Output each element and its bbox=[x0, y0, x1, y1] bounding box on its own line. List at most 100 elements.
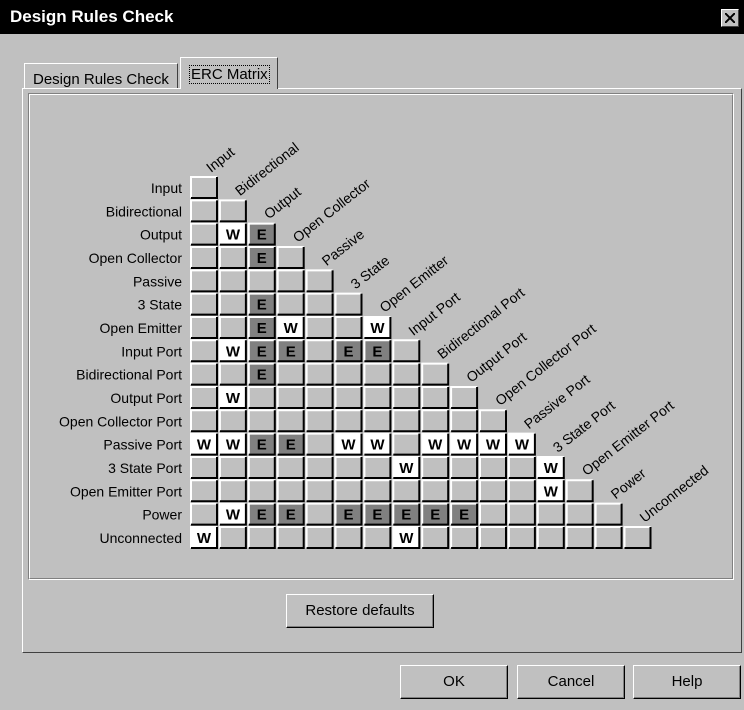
matrix-cell[interactable]: W bbox=[507, 432, 536, 456]
matrix-cell[interactable] bbox=[363, 362, 392, 386]
matrix-cell[interactable]: E bbox=[247, 502, 276, 526]
matrix-cell[interactable]: E bbox=[363, 502, 392, 526]
matrix-cell[interactable]: E bbox=[247, 292, 276, 316]
matrix-cell[interactable] bbox=[421, 385, 450, 409]
matrix-cell[interactable] bbox=[276, 292, 305, 316]
matrix-cell[interactable] bbox=[450, 455, 479, 479]
matrix-cell[interactable] bbox=[190, 315, 218, 339]
matrix-cell[interactable] bbox=[334, 525, 363, 549]
matrix-cell[interactable]: W bbox=[334, 432, 363, 456]
matrix-cell[interactable] bbox=[507, 502, 536, 526]
matrix-cell[interactable] bbox=[305, 269, 334, 293]
matrix-cell[interactable] bbox=[305, 385, 334, 409]
ok-button[interactable]: OK bbox=[400, 665, 508, 699]
matrix-cell[interactable] bbox=[190, 455, 218, 479]
cancel-button[interactable]: Cancel bbox=[517, 665, 625, 699]
matrix-cell[interactable] bbox=[218, 455, 247, 479]
matrix-cell[interactable]: W bbox=[218, 502, 247, 526]
matrix-cell[interactable]: W bbox=[218, 222, 247, 246]
matrix-cell[interactable] bbox=[247, 409, 276, 433]
matrix-cell[interactable] bbox=[276, 385, 305, 409]
matrix-cell[interactable]: W bbox=[363, 432, 392, 456]
matrix-cell[interactable]: E bbox=[247, 222, 276, 246]
matrix-cell[interactable] bbox=[218, 315, 247, 339]
matrix-cell[interactable]: W bbox=[276, 315, 305, 339]
matrix-cell[interactable] bbox=[190, 385, 218, 409]
matrix-cell[interactable] bbox=[594, 525, 623, 549]
restore-defaults-button[interactable]: Restore defaults bbox=[286, 594, 434, 628]
matrix-cell[interactable] bbox=[334, 479, 363, 503]
matrix-cell[interactable] bbox=[450, 409, 479, 433]
matrix-cell[interactable] bbox=[479, 479, 507, 503]
matrix-cell[interactable] bbox=[218, 199, 247, 223]
matrix-cell[interactable] bbox=[247, 385, 276, 409]
matrix-cell[interactable]: W bbox=[392, 525, 421, 549]
help-button[interactable]: Help bbox=[633, 665, 741, 699]
matrix-cell[interactable] bbox=[450, 525, 479, 549]
matrix-cell[interactable] bbox=[218, 292, 247, 316]
matrix-cell[interactable] bbox=[363, 409, 392, 433]
matrix-cell[interactable] bbox=[218, 525, 247, 549]
matrix-cell[interactable]: E bbox=[276, 502, 305, 526]
matrix-cell[interactable]: W bbox=[479, 432, 507, 456]
matrix-cell[interactable] bbox=[392, 479, 421, 503]
matrix-cell[interactable] bbox=[363, 479, 392, 503]
matrix-cell[interactable] bbox=[190, 199, 218, 223]
matrix-cell[interactable] bbox=[305, 315, 334, 339]
matrix-cell[interactable]: W bbox=[450, 432, 479, 456]
matrix-cell[interactable] bbox=[536, 525, 565, 549]
matrix-cell[interactable] bbox=[392, 385, 421, 409]
matrix-cell[interactable] bbox=[247, 525, 276, 549]
matrix-cell[interactable] bbox=[190, 409, 218, 433]
matrix-cell[interactable] bbox=[276, 479, 305, 503]
matrix-cell[interactable]: E bbox=[276, 432, 305, 456]
matrix-cell[interactable] bbox=[305, 455, 334, 479]
matrix-cell[interactable]: E bbox=[247, 339, 276, 363]
matrix-cell[interactable] bbox=[334, 315, 363, 339]
matrix-cell[interactable]: E bbox=[450, 502, 479, 526]
matrix-cell[interactable] bbox=[247, 479, 276, 503]
matrix-cell[interactable] bbox=[450, 479, 479, 503]
matrix-cell[interactable] bbox=[536, 502, 565, 526]
matrix-cell[interactable] bbox=[594, 502, 623, 526]
matrix-cell[interactable] bbox=[392, 339, 421, 363]
matrix-cell[interactable] bbox=[305, 292, 334, 316]
matrix-cell[interactable]: W bbox=[421, 432, 450, 456]
matrix-cell[interactable] bbox=[421, 525, 450, 549]
matrix-cell[interactable] bbox=[507, 479, 536, 503]
matrix-cell[interactable] bbox=[479, 455, 507, 479]
matrix-cell[interactable] bbox=[276, 409, 305, 433]
matrix-cell[interactable] bbox=[479, 502, 507, 526]
matrix-cell[interactable] bbox=[190, 176, 218, 199]
matrix-cell[interactable] bbox=[305, 525, 334, 549]
matrix-cell[interactable]: E bbox=[247, 315, 276, 339]
matrix-cell[interactable]: E bbox=[421, 502, 450, 526]
tab-erc-matrix[interactable]: ERC Matrix bbox=[180, 57, 278, 89]
matrix-cell[interactable] bbox=[392, 362, 421, 386]
matrix-cell[interactable]: E bbox=[334, 502, 363, 526]
matrix-cell[interactable] bbox=[305, 479, 334, 503]
matrix-cell[interactable] bbox=[479, 409, 507, 433]
matrix-cell[interactable] bbox=[190, 245, 218, 269]
matrix-cell[interactable] bbox=[392, 432, 421, 456]
matrix-cell[interactable] bbox=[334, 409, 363, 433]
matrix-cell[interactable] bbox=[218, 409, 247, 433]
matrix-cell[interactable] bbox=[190, 339, 218, 363]
matrix-cell[interactable] bbox=[218, 362, 247, 386]
matrix-cell[interactable] bbox=[507, 525, 536, 549]
matrix-cell[interactable] bbox=[190, 292, 218, 316]
matrix-cell[interactable] bbox=[190, 479, 218, 503]
matrix-cell[interactable] bbox=[190, 222, 218, 246]
matrix-cell[interactable] bbox=[305, 339, 334, 363]
matrix-cell[interactable] bbox=[507, 455, 536, 479]
matrix-cell[interactable] bbox=[421, 455, 450, 479]
matrix-cell[interactable] bbox=[276, 269, 305, 293]
matrix-cell[interactable] bbox=[450, 385, 479, 409]
matrix-cell[interactable] bbox=[190, 269, 218, 293]
matrix-cell[interactable] bbox=[276, 525, 305, 549]
matrix-cell[interactable] bbox=[247, 269, 276, 293]
matrix-cell[interactable] bbox=[218, 479, 247, 503]
matrix-cell[interactable]: E bbox=[247, 362, 276, 386]
matrix-cell[interactable]: W bbox=[363, 315, 392, 339]
matrix-cell[interactable]: E bbox=[334, 339, 363, 363]
